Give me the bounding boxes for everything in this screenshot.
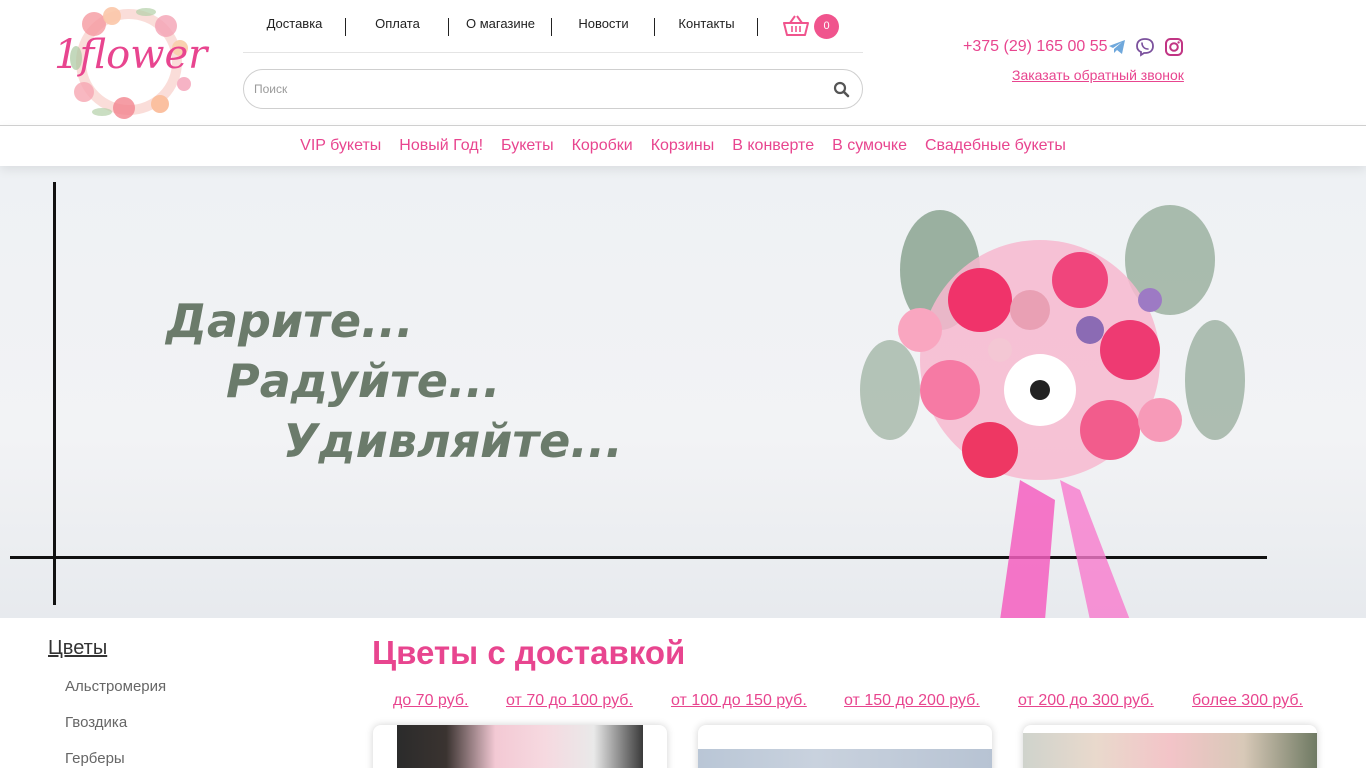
category-navigation: VIP букеты Новый Год! Букеты Коробки Кор… <box>0 125 1366 166</box>
price-filter-over-300[interactable]: более 300 руб. <box>1192 692 1303 710</box>
topnav-news[interactable]: Новости <box>552 12 655 40</box>
product-image <box>1023 733 1317 768</box>
topnav-about[interactable]: О магазине <box>449 12 552 40</box>
price-filter-100-150[interactable]: от 100 до 150 руб. <box>671 692 807 710</box>
category-envelope[interactable]: В конверте <box>732 137 814 155</box>
sidebar-title-flowers[interactable]: Цветы <box>48 637 107 660</box>
topnav-delivery[interactable]: Доставка <box>243 12 346 40</box>
category-boxes[interactable]: Коробки <box>572 137 633 155</box>
search-box <box>243 69 863 109</box>
header-divider <box>243 52 863 53</box>
product-card[interactable] <box>373 725 667 768</box>
hero-line-1: Дарите... <box>166 294 414 348</box>
price-filter-150-200[interactable]: от 150 до 200 руб. <box>844 692 980 710</box>
cart-button[interactable]: 0 <box>783 12 843 40</box>
logo-text: 1flower <box>54 32 208 78</box>
cart-count-badge: 0 <box>814 14 839 39</box>
bouquet-image <box>860 205 1245 618</box>
category-bouquets[interactable]: Букеты <box>501 137 554 155</box>
site-header: 1flower Доставка Оплата О магазине Новос… <box>0 0 1366 126</box>
sidebar-item-carnation[interactable]: Гвоздика <box>65 714 127 731</box>
top-navigation: Доставка Оплата О магазине Новости Конта… <box>243 12 863 40</box>
price-filter-70-100[interactable]: от 70 до 100 руб. <box>506 692 633 710</box>
search-input[interactable] <box>254 78 814 100</box>
hero-line-3: Удивляйте... <box>283 414 623 468</box>
topnav-contacts[interactable]: Контакты <box>655 12 758 40</box>
search-icon[interactable] <box>832 80 852 100</box>
callback-link[interactable]: Заказать обратный звонок <box>1012 67 1184 83</box>
sidebar-item-alstroemeria[interactable]: Альстромерия <box>65 678 166 695</box>
product-image <box>397 725 643 768</box>
sidebar-item-gerbera[interactable]: Герберы <box>65 750 125 767</box>
category-wedding-bouquets[interactable]: Свадебные букеты <box>925 137 1066 155</box>
hero-banner[interactable]: Дарите... Радуйте... Удивляйте... <box>0 166 1366 618</box>
product-card[interactable] <box>1023 725 1317 768</box>
product-image <box>698 749 992 768</box>
category-vip-bouquets[interactable]: VIP букеты <box>300 137 381 155</box>
hero-line-2: Радуйте... <box>226 354 501 408</box>
banner-vertical-line <box>53 182 56 605</box>
telegram-icon[interactable] <box>1107 37 1127 57</box>
category-baskets[interactable]: Корзины <box>651 137 715 155</box>
price-filter-200-300[interactable]: от 200 до 300 руб. <box>1018 692 1154 710</box>
category-new-year[interactable]: Новый Год! <box>399 137 483 155</box>
product-card[interactable] <box>698 725 992 768</box>
instagram-icon[interactable] <box>1164 37 1184 57</box>
basket-icon <box>783 15 809 36</box>
price-filter-under-70[interactable]: до 70 руб. <box>393 692 468 710</box>
topnav-payment[interactable]: Оплата <box>346 12 449 40</box>
phone-number[interactable]: +375 (29) 165 00 55 <box>963 38 1108 56</box>
viber-icon[interactable] <box>1135 37 1155 57</box>
site-logo[interactable]: 1flower <box>54 4 208 120</box>
category-handbag[interactable]: В сумочке <box>832 137 907 155</box>
page-title: Цветы с доставкой <box>372 634 686 671</box>
